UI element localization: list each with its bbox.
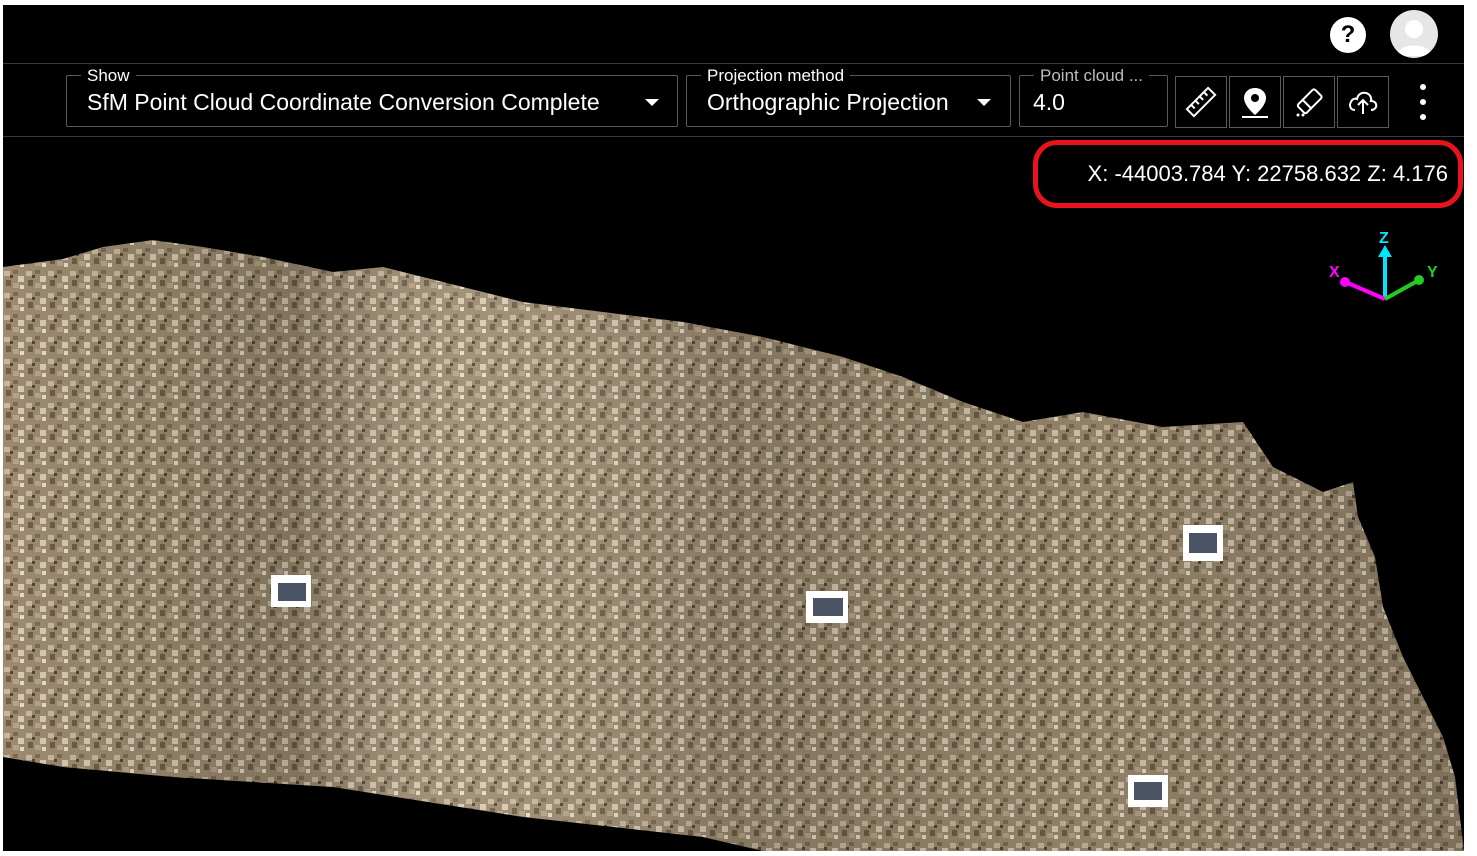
coordinate-readout-highlight: X: -44003.784 Y: 22758.632 Z: 4.176 [1033,140,1463,208]
point-cloud-label: Point cloud ... [1034,66,1150,86]
chevron-down-icon [977,99,991,106]
y-axis-label: Y [1427,264,1438,281]
upload-button[interactable] [1337,76,1389,128]
app-window: ? Show SfM Point Cloud Coordinate Conver… [3,5,1464,851]
projection-label: Projection method [701,66,851,86]
more-vertical-icon [1420,84,1426,90]
show-label: Show [81,66,136,86]
map-pin-icon [1242,88,1268,118]
show-value: SfM Point Cloud Coordinate Conversion Co… [87,89,600,115]
x-axis-label: X [1329,264,1340,281]
more-menu-button[interactable] [1411,84,1435,120]
help-button[interactable]: ? [1330,17,1366,53]
avatar[interactable] [1390,10,1438,58]
z-axis-label: Z [1379,230,1389,247]
projection-select[interactable]: Projection method Orthographic Projectio… [686,66,1011,127]
ruler-icon [1185,86,1217,118]
toolbar: Show SfM Point Cloud Coordinate Conversi… [3,64,1464,137]
chevron-down-icon [645,99,659,106]
projection-value: Orthographic Projection [707,89,949,115]
point-cloud-value: 4.0 [1033,89,1065,115]
top-bar: ? [3,5,1464,64]
help-icon: ? [1340,21,1356,48]
show-select[interactable]: Show SfM Point Cloud Coordinate Conversi… [66,66,678,127]
coordinate-readout: X: -44003.784 Y: 22758.632 Z: 4.176 [1087,161,1448,186]
measure-button[interactable] [1175,76,1227,128]
axis-gizmo: Z X Y [1329,230,1438,301]
point-cloud-size-input[interactable]: Point cloud ... 4.0 [1019,66,1168,127]
eraser-icon [1296,88,1323,117]
eraser-button[interactable] [1283,76,1335,128]
point-cloud-viewport[interactable]: Z X Y [3,137,1464,851]
point-cloud-render [3,240,1464,851]
user-icon [1396,20,1432,56]
cloud-upload-icon [1349,91,1378,114]
place-marker-button[interactable] [1229,76,1281,128]
